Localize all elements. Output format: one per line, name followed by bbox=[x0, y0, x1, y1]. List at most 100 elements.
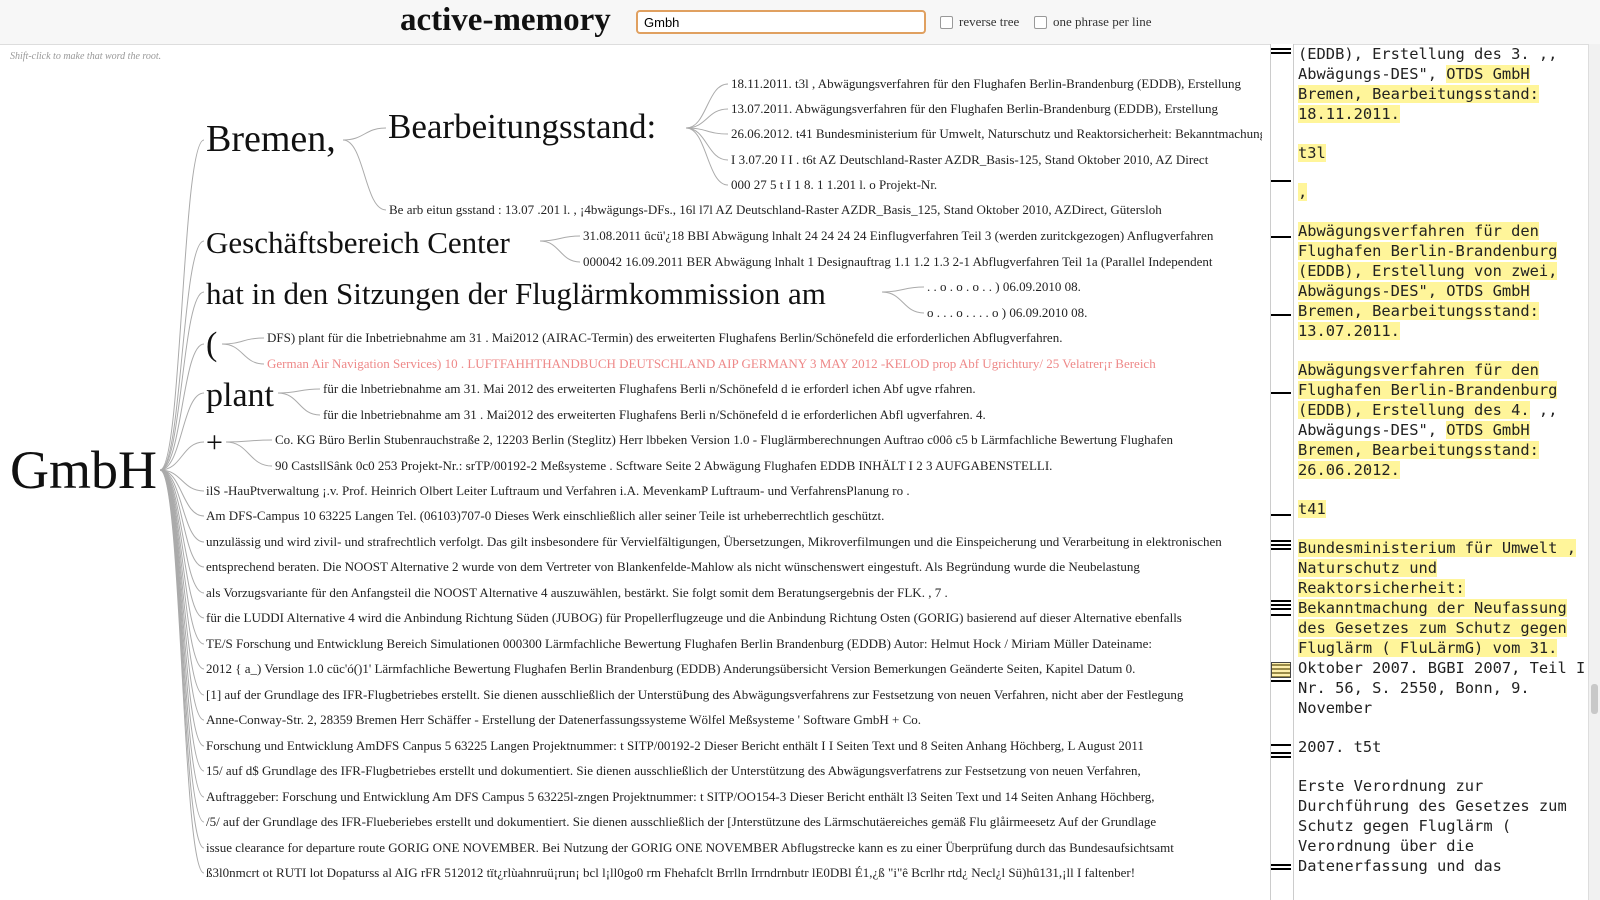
highlighted-text: Bundesministerium für Umwelt , Naturschu… bbox=[1298, 539, 1576, 657]
minimap-tick bbox=[1271, 48, 1291, 50]
document-paragraph: Erste Verordnung zur Durchführung des Ge… bbox=[1298, 776, 1588, 876]
one-phrase-checkbox[interactable] bbox=[1034, 15, 1047, 29]
tree-leaf[interactable]: 000 27 5 t I 1 8. 1 1.201 l. o Projekt-N… bbox=[731, 177, 937, 193]
tree-connector bbox=[539, 235, 581, 242]
tree-leaf[interactable]: 13.07.2011. Abwägungsverfahren für den F… bbox=[731, 101, 1218, 117]
tree-connector bbox=[881, 291, 925, 314]
tree-leaf[interactable]: 90 CastsllSânk 0c0 253 Projekt-Nr.: srTP… bbox=[275, 458, 1052, 474]
minimap-tick bbox=[1271, 744, 1291, 746]
tree-leaf[interactable]: 31.08.2011 ûcü'¿18 BBI Abwägung lnhalt 2… bbox=[583, 228, 1213, 244]
minimap-tick bbox=[1271, 52, 1291, 54]
document-paragraph: t3l bbox=[1298, 143, 1588, 163]
highlighted-text: t3l bbox=[1298, 144, 1326, 162]
branch-paren[interactable]: ( bbox=[206, 326, 217, 364]
tree-connector bbox=[685, 108, 729, 129]
document-paragraph: (EDDB), Erstellung des 3. ,, Abwägungs-D… bbox=[1298, 44, 1588, 124]
tree-leaf[interactable]: Forschung und Entwicklung AmDFS Canpus 5… bbox=[206, 738, 1144, 754]
scrollbar-thumb[interactable] bbox=[1591, 684, 1598, 714]
minimap-tick bbox=[1271, 614, 1291, 616]
tree-connector bbox=[159, 469, 205, 747]
minimap-tick bbox=[1271, 752, 1291, 754]
minimap-viewport[interactable] bbox=[1271, 662, 1291, 678]
tree-leaf[interactable]: 15/ auf d$ Grundlage des IFR-Flugbetrieb… bbox=[206, 763, 1141, 779]
highlighted-text: , bbox=[1298, 183, 1308, 201]
tree-leaf[interactable]: Anne-Conway-Str. 2, 28359 Bremen Herr Sc… bbox=[206, 712, 921, 728]
tree-leaf[interactable]: . . o . o . o . . ) 06.09.2010 08. bbox=[927, 279, 1081, 295]
one-phrase-option[interactable]: one phrase per line bbox=[1034, 14, 1152, 30]
document-text: 2007. t5t bbox=[1298, 738, 1382, 756]
tree-leaf[interactable]: 26.06.2012. t41 Bundesministerium für Um… bbox=[731, 126, 1262, 142]
tree-leaf[interactable]: für die LUDDI Alternative 4 wird die Anb… bbox=[206, 610, 1182, 626]
document-text: Oktober 2007. BGBI 2007, Teil I Nr. 56, … bbox=[1298, 659, 1586, 717]
tree-leaf[interactable]: o . . . o . . . . o ) 06.09.2010 08. bbox=[927, 305, 1087, 321]
branch-plant[interactable]: plant bbox=[206, 377, 274, 415]
tree-connector bbox=[159, 343, 205, 471]
tree-leaf[interactable]: für die lnbetriebnahme am 31 . Mai2012 d… bbox=[323, 407, 986, 423]
search-input[interactable] bbox=[636, 10, 926, 34]
tree-connector bbox=[159, 469, 205, 772]
tree-connector bbox=[159, 469, 205, 594]
minimap-tick bbox=[1271, 540, 1291, 542]
document-paragraph: Abwägungsverfahren für den Flughafen Ber… bbox=[1298, 221, 1588, 341]
tree-connector bbox=[159, 240, 205, 471]
tree-leaf[interactable]: Am DFS-Campus 10 63225 Langen Tel. (0610… bbox=[206, 508, 884, 524]
document-paragraph: Abwägungsverfahren für den Flughafen Ber… bbox=[1298, 360, 1588, 480]
reverse-tree-option[interactable]: reverse tree bbox=[940, 14, 1019, 30]
tree-leaf[interactable]: [1] auf der Grundlage des IFR-Flugbetrie… bbox=[206, 687, 1183, 703]
minimap-tick bbox=[1271, 756, 1291, 758]
branch-sitzungen[interactable]: hat in den Sitzungen der Fluglärmkommiss… bbox=[206, 276, 826, 312]
minimap-tick bbox=[1271, 314, 1291, 316]
tree-leaf[interactable]: ß3l0nmcrt ot RUTI lot Dopaturss al AIG r… bbox=[206, 865, 1135, 881]
tree-connector bbox=[221, 343, 265, 365]
highlighted-text: t41 bbox=[1298, 500, 1326, 518]
tree-leaf[interactable]: 2012 { a_) Version 1.0 cüc'ó()1' Lärmfac… bbox=[206, 661, 1135, 677]
tree-connector bbox=[881, 286, 925, 293]
tree-leaf[interactable]: /5/ auf der Grundlage des IFR-Flueberieb… bbox=[206, 814, 1156, 830]
highlighted-text: Abwägungsverfahren für den Flughafen Ber… bbox=[1298, 361, 1558, 419]
tree-leaf[interactable]: ilS -HauPtverwaltung ¡.v. Prof. Heinrich… bbox=[206, 483, 910, 499]
minimap-tick bbox=[1271, 544, 1291, 546]
tree-leaf[interactable]: issue clearance for departure route GORI… bbox=[206, 840, 1174, 856]
tree-root[interactable]: GmbH bbox=[10, 439, 157, 501]
tree-connector bbox=[159, 469, 205, 823]
tree-leaf[interactable]: 000042 16.09.2011 BER Abwägung lnhalt 1 … bbox=[583, 254, 1212, 270]
minimap-tick bbox=[1271, 236, 1291, 238]
scrollbar[interactable] bbox=[1588, 44, 1600, 900]
tree-leaf[interactable]: unzulässig und wird zivil- und strafrech… bbox=[206, 534, 1222, 550]
tree-connector bbox=[277, 392, 321, 416]
tree-leaf[interactable]: für die lnbetriebnahme am 31. Mai 2012 d… bbox=[323, 381, 976, 397]
branch-bearbeitungsstand[interactable]: Bearbeitungsstand: bbox=[388, 107, 656, 147]
tree-leaf[interactable]: Auftraggeber: Forschung und Entwicklung … bbox=[206, 789, 1155, 805]
branch-geschaeftsbereich[interactable]: Geschäftsbereich Center bbox=[206, 225, 510, 261]
tree-leaf[interactable]: 18.11.2011. t3l , Abwägungsverfahren für… bbox=[731, 76, 1241, 92]
tree-connector bbox=[685, 127, 729, 186]
one-phrase-label: one phrase per line bbox=[1053, 14, 1152, 29]
document-paragraph: Bundesministerium für Umwelt , Naturschu… bbox=[1298, 538, 1588, 718]
tree-connector bbox=[159, 139, 205, 471]
tree-leaf[interactable]: TE/S Forschung und Entwicklung Bereich S… bbox=[206, 636, 1152, 652]
word-tree: GmbH Bremen, Bearbeitungsstand: Geschäft… bbox=[0, 44, 1262, 900]
tree-leaf[interactable]: entsprechend beraten. Die NOOST Alternat… bbox=[206, 559, 1140, 575]
tree-connector bbox=[159, 469, 205, 849]
tree-leaf[interactable]: DFS) plant für die Inbetriebnahme am 31 … bbox=[267, 330, 1062, 346]
document-minimap[interactable] bbox=[1270, 44, 1294, 900]
branch-plus[interactable]: + bbox=[206, 426, 223, 460]
branch-bremen[interactable]: Bremen, bbox=[206, 117, 336, 161]
tree-leaf[interactable]: Be arb eitun gsstand : 13.07 .201 l. , ¡… bbox=[389, 202, 1162, 218]
minimap-tick bbox=[1271, 392, 1291, 394]
document-paragraph: 2007. t5t bbox=[1298, 737, 1588, 757]
tree-connector bbox=[685, 83, 729, 129]
reverse-tree-checkbox[interactable] bbox=[940, 15, 953, 29]
tree-leaf[interactable]: als Vorzugsvariante für den Anfangsteil … bbox=[206, 585, 948, 601]
minimap-tick bbox=[1271, 514, 1291, 516]
minimap-tick bbox=[1271, 864, 1291, 866]
document-text-panel: (EDDB), Erstellung des 3. ,, Abwägungs-D… bbox=[1298, 44, 1588, 900]
tree-leaf[interactable]: I 3.07.20 I I . t6t AZ Deutschland-Raste… bbox=[731, 152, 1208, 168]
minimap-tick bbox=[1271, 180, 1291, 182]
document-paragraph: t41 bbox=[1298, 499, 1588, 519]
tree-leaf[interactable]: Co. KG Büro Berlin Stubenrauchstraße 2, … bbox=[275, 432, 1173, 448]
tree-leaf[interactable]: German Air Navigation Services) 10 . LUF… bbox=[267, 356, 1156, 372]
minimap-tick bbox=[1271, 600, 1291, 602]
document-text: Erste Verordnung zur Durchführung des Ge… bbox=[1298, 777, 1567, 875]
tree-connector bbox=[225, 441, 273, 467]
